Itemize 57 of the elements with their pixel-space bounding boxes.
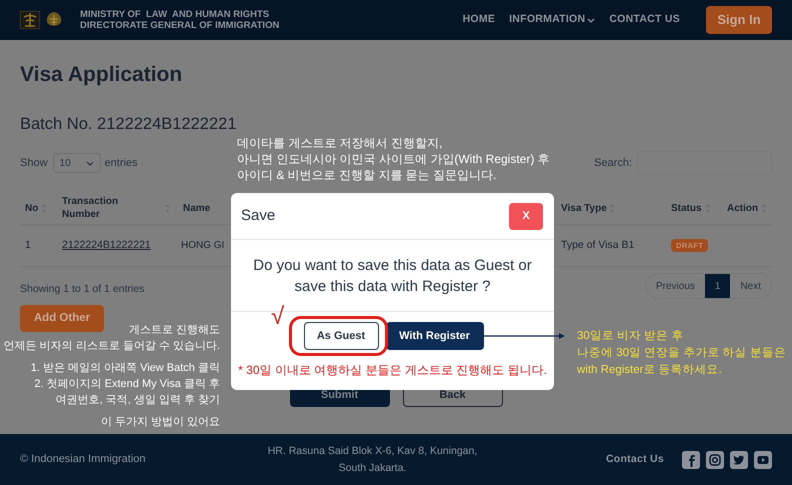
table-cell: Type of Visa B1 xyxy=(561,238,634,251)
show-label: Show xyxy=(20,156,48,171)
search-label: Search: xyxy=(594,156,632,171)
page-button[interactable]: 1 xyxy=(704,274,730,298)
annotation-text: 아니면 인도네시아 이민국 사이트에 가입(With Register) 후 xyxy=(237,151,550,167)
facebook-icon[interactable] xyxy=(682,450,700,468)
nav-link[interactable]: INFORMATION xyxy=(509,12,596,28)
table-cell: HONG GI xyxy=(181,240,224,251)
copyright-text: © Indonesian Immigration xyxy=(20,452,147,468)
table-cell: 1 xyxy=(25,238,31,251)
add-other-button[interactable]: Add Other xyxy=(20,304,104,332)
chevron-down-icon xyxy=(587,18,596,22)
chevron-down-icon xyxy=(86,160,94,166)
annotation-text: 게스트로 진행해도 xyxy=(128,323,220,338)
transaction-link[interactable]: 2122224B1222221 xyxy=(62,238,151,251)
annotation-text: 나중에 30일 연장을 추가로 하실 분들은 xyxy=(577,346,786,361)
dialog-title: Save xyxy=(241,206,276,226)
annotation-text: 1. 받은 메일의 아래쪽 View Batch 클릭 xyxy=(30,361,220,376)
twitter-icon[interactable] xyxy=(730,450,748,468)
annotation-text: 여권번호, 국적, 생일 입력 후 찾기 xyxy=(54,393,220,408)
guest-button[interactable]: As Guest xyxy=(304,322,378,350)
column-header[interactable]: Name xyxy=(183,200,210,216)
organization-name: MINISTRY OF LAW AND HUMAN RIGHTS xyxy=(80,9,270,20)
emblem-icon xyxy=(20,11,40,29)
annotation-text: 30일로 비자 받은 후 xyxy=(577,329,684,344)
batch-number: Batch No. 2122224B1222221 xyxy=(20,114,237,135)
annotation-text: 데이타를 게스트로 저장해서 진행할지, xyxy=(237,135,444,151)
annotation-text: with Register로 등록하세요. xyxy=(577,363,723,378)
entries-select[interactable]: 10 xyxy=(52,153,101,173)
register-button[interactable]: With Register xyxy=(386,322,484,350)
page-button[interactable]: Next xyxy=(730,274,771,298)
column-header[interactable]: Status xyxy=(671,200,710,216)
close-button[interactable]: X xyxy=(509,202,543,230)
instagram-icon[interactable] xyxy=(706,450,724,468)
youtube-icon[interactable] xyxy=(754,450,772,468)
page-button[interactable]: Previous xyxy=(646,274,705,298)
annotation-text: 언제든 비자의 리스트로 들어갈 수 있습니다. xyxy=(4,339,220,354)
entries-info: Showing 1 to 1 of 1 entries xyxy=(20,282,144,297)
check-mark: √ xyxy=(271,304,284,330)
nav-link[interactable]: HOME xyxy=(462,12,496,28)
organization-subtitle: DIRECTORATE GENERAL OF IMMIGRATION xyxy=(80,20,280,31)
annotation-text: 아이디 & 비번으로 진행할 지를 묻는 질문입니다. xyxy=(237,167,498,183)
entries-label: entries xyxy=(104,156,138,171)
column-header[interactable]: Transaction Number xyxy=(62,195,170,221)
note-text: * 30일 이내로 여행하실 분들은 게스트로 진행해도 됩니다. xyxy=(238,362,547,379)
column-header[interactable]: No xyxy=(25,200,46,216)
nav-link[interactable]: CONTACT US xyxy=(609,12,680,28)
column-header[interactable]: Visa Type xyxy=(561,200,615,216)
sign-in-button[interactable]: Sign In xyxy=(706,6,772,34)
arrow-icon xyxy=(482,332,566,340)
address-text: HR. Rasuna Said Blok X-6, Kav 8, Kuningan, South Jakarta. xyxy=(266,444,478,476)
annotation-text: 2. 첫페이지의 Extend My Visa 클릭 후 xyxy=(33,377,220,392)
annotation-text: 이 두가지 방법이 있어요 xyxy=(100,415,220,430)
dialog-message: Do you want to save this data as Guest or save this data with Register ? xyxy=(252,256,533,296)
contact-link[interactable]: Contact Us xyxy=(606,452,664,468)
page-title: Visa Application xyxy=(20,62,182,88)
column-header[interactable]: Action xyxy=(727,200,766,216)
